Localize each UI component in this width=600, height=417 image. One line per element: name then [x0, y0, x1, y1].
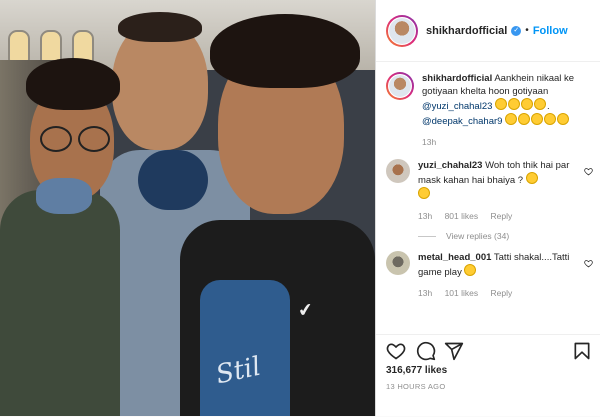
post-header: shikhardofficial ✓ • Follow — [376, 0, 600, 62]
verified-icon: ✓ — [511, 25, 522, 36]
caption-meta: 13h — [422, 136, 591, 149]
follow-button[interactable]: Follow — [533, 25, 568, 37]
share-icon[interactable] — [444, 341, 464, 361]
author-avatar[interactable] — [386, 14, 418, 47]
comment-meta: 13h 801 likes Reply — [418, 210, 591, 223]
laughing-emoji-icon — [525, 172, 538, 184]
like-count[interactable]: 316,677 likes — [376, 365, 600, 376]
laughing-emoji-icon — [464, 264, 477, 276]
comment-username[interactable]: yuzi_chahal23 — [418, 160, 482, 171]
comment-icon[interactable] — [416, 341, 436, 361]
comment-likes[interactable]: 801 likes — [445, 211, 479, 221]
replies-divider — [418, 235, 436, 237]
caption-username[interactable]: shikhardofficial — [422, 73, 492, 84]
comment-text: metal_head_001 Tatti shakal....Tatti gam… — [418, 251, 591, 300]
post-sidebar: shikhardofficial ✓ • Follow shikhardoffi… — [375, 0, 600, 416]
instagram-post: ✔ Stil shikhardofficial ✓ • Follow shikh… — [0, 0, 600, 416]
caption: shikhardofficial Aankhein nikaal ke goti… — [376, 62, 600, 149]
comment-item: yuzi_chahal23 Woh toh thik hai par mask … — [376, 149, 600, 223]
comment-item: metal_head_001 Tatti shakal....Tatti gam… — [376, 241, 600, 300]
caption-text: shikhardofficial Aankhein nikaal ke goti… — [422, 72, 591, 149]
emoji-group — [495, 98, 547, 112]
bookmark-icon[interactable] — [572, 341, 592, 361]
action-icons — [376, 335, 600, 363]
smiling-emoji-icon — [418, 187, 430, 199]
comment-meta: 13h 101 likes Reply — [418, 287, 591, 300]
caption-time[interactable]: 13h — [422, 137, 436, 147]
post-actions: 316,677 likes 13 HOURS AGO — [376, 334, 600, 417]
post-timestamp[interactable]: 13 HOURS AGO — [376, 382, 600, 391]
comment-time[interactable]: 13h — [418, 211, 432, 221]
view-replies-button[interactable]: View replies (34) — [376, 223, 600, 241]
view-replies-label[interactable]: View replies (34) — [446, 231, 509, 241]
heart-icon[interactable] — [584, 259, 593, 268]
nike-logo: ✔ — [296, 299, 315, 321]
comments-list: shikhardofficial Aankhein nikaal ke goti… — [376, 62, 600, 332]
comment-likes[interactable]: 101 likes — [445, 288, 479, 298]
comment-text: yuzi_chahal23 Woh toh thik hai par mask … — [418, 159, 591, 223]
separator-dot: • — [525, 25, 529, 36]
heart-icon[interactable] — [386, 341, 406, 361]
post-photo[interactable]: ✔ Stil — [0, 0, 375, 416]
commenter-avatar[interactable] — [386, 251, 410, 275]
mention-link[interactable]: @yuzi_chahal23 — [422, 101, 492, 112]
reply-button[interactable]: Reply — [491, 211, 513, 221]
emoji-group — [505, 113, 570, 127]
author-avatar[interactable] — [386, 72, 414, 100]
comment-username[interactable]: metal_head_001 — [418, 252, 491, 263]
heart-icon[interactable] — [584, 167, 593, 176]
author-username[interactable]: shikhardofficial — [426, 25, 507, 37]
comment-time[interactable]: 13h — [418, 288, 432, 298]
mention-link[interactable]: @deepak_chahar9 — [422, 116, 502, 127]
commenter-avatar[interactable] — [386, 159, 410, 183]
reply-button[interactable]: Reply — [491, 288, 513, 298]
